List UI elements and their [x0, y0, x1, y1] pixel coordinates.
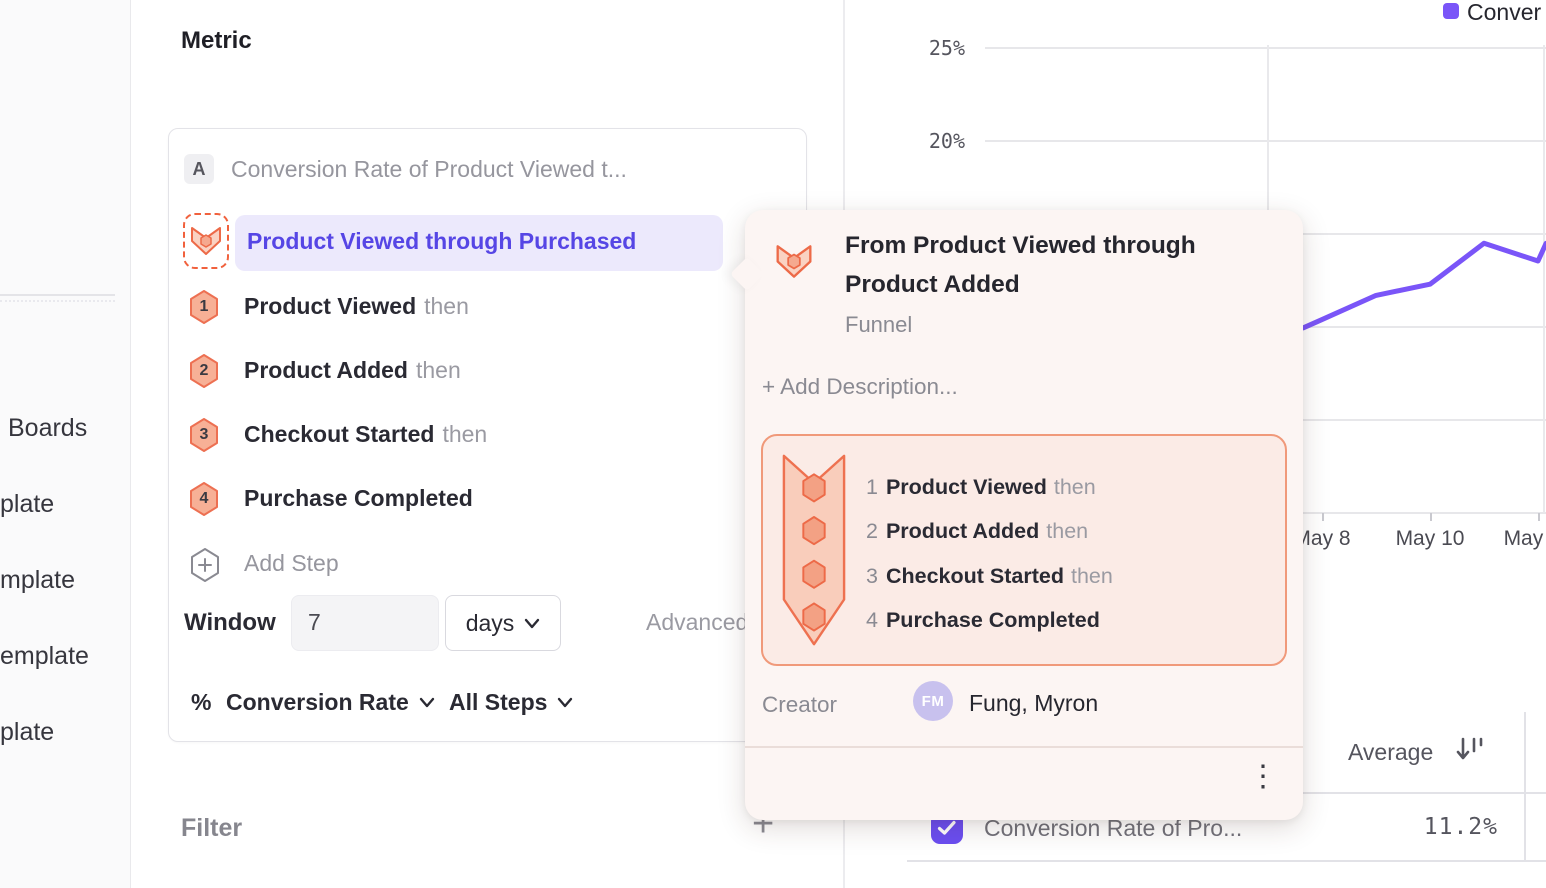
checkmark-icon	[937, 820, 957, 836]
window-label: Window	[184, 609, 276, 637]
step-4-number: 4	[189, 482, 219, 516]
filter-section-heading: Filter	[181, 814, 242, 843]
table-row-average-value: 11.2%	[1358, 814, 1498, 840]
left-sidebar: Boards plate mplate emplate plate	[0, 0, 131, 888]
step-3-label: Checkout Started then	[244, 421, 487, 448]
step-1-event: Product Viewed	[244, 293, 416, 319]
popover-step-4: 4Purchase Completed	[866, 608, 1107, 636]
metric-definition-card: A Conversion Rate of Product Viewed t...…	[168, 128, 807, 742]
y-tick-20: 20%	[895, 129, 965, 153]
measured-as-value: Conversion Rate	[226, 689, 409, 716]
popover-metric-type: Funnel	[845, 312, 912, 338]
window-unit-value: days	[466, 610, 515, 637]
x-tick-may12: May 12	[1498, 527, 1546, 551]
gridline-vertical-2	[1543, 45, 1545, 513]
y-tick-25: 25%	[895, 36, 965, 60]
popover-step-3: 3Checkout Startedthen	[866, 564, 1113, 592]
table-column-divider	[1524, 712, 1526, 861]
percent-icon: %	[191, 689, 211, 716]
step-1-suffix: then	[424, 293, 469, 319]
steps-scope-value: All Steps	[449, 689, 547, 716]
app-window: Boards plate mplate emplate plate Metric…	[0, 0, 1546, 888]
step-2-number: 2	[189, 354, 219, 388]
gridline-25pct	[985, 47, 1546, 49]
step-2-suffix: then	[416, 357, 461, 383]
funnel-banner-icon	[781, 449, 847, 651]
funnel-steps-summary-box: 1Product Viewedthen 2Product Addedthen 3…	[761, 434, 1287, 666]
popover-title: From Product Viewed through Product Adde…	[845, 226, 1287, 304]
step-2-event: Product Added	[244, 357, 408, 383]
sidebar-item-template-1[interactable]: plate	[0, 490, 54, 519]
popover-footer-divider	[745, 746, 1303, 748]
step-2-hexagon-icon: 2	[189, 354, 219, 388]
trend-line[interactable]	[1303, 243, 1546, 328]
metric-section-heading: Metric	[181, 27, 252, 55]
legend-color-swatch	[1443, 3, 1459, 19]
x-tick-may10: May 10	[1390, 527, 1470, 551]
step-4-label: Purchase Completed	[244, 485, 481, 512]
step-2-label: Product Added then	[244, 357, 461, 384]
chevron-down-icon	[419, 697, 435, 708]
sidebar-item-template-4[interactable]: plate	[0, 718, 54, 747]
step-3-suffix: then	[442, 421, 487, 447]
popover-step-2: 2Product Addedthen	[866, 519, 1088, 547]
step-4-hexagon-icon: 4	[189, 482, 219, 516]
selected-funnel-name[interactable]: Product Viewed through Purchased	[247, 228, 636, 255]
popover-step-1: 1Product Viewedthen	[866, 475, 1096, 503]
add-step-hexagon-icon	[189, 547, 219, 583]
creator-avatar: FM	[913, 681, 953, 721]
window-value-input[interactable]: 7	[291, 595, 439, 651]
sort-descending-icon[interactable]	[1455, 736, 1487, 764]
window-value: 7	[308, 609, 321, 636]
table-row-divider	[907, 860, 1546, 862]
funnel-metric-icon[interactable]	[183, 213, 229, 269]
step-3-hexagon-icon: 3	[189, 418, 219, 452]
series-a-badge: A	[184, 154, 214, 184]
gridline-20pct	[985, 140, 1546, 142]
step-3-number: 3	[189, 418, 219, 452]
step-1-label: Product Viewed then	[244, 293, 469, 320]
average-column-header[interactable]: Average	[1348, 739, 1433, 766]
sidebar-dotted-divider	[0, 300, 115, 302]
measurement-row: % Conversion Rate All Steps	[169, 685, 806, 725]
chevron-down-icon	[524, 618, 540, 629]
x-tickmark-may12	[1538, 513, 1540, 521]
add-description-button[interactable]: + Add Description...	[762, 374, 958, 400]
step-4-event: Purchase Completed	[244, 485, 473, 511]
window-unit-select[interactable]: days	[445, 595, 561, 651]
sidebar-divider	[0, 294, 115, 296]
creator-label: Creator	[762, 692, 837, 718]
step-1-number: 1	[189, 290, 219, 324]
series-title[interactable]: Conversion Rate of Product Viewed t...	[231, 156, 627, 183]
funnel-glyph-icon	[190, 226, 222, 256]
x-tickmark-may8	[1322, 513, 1324, 521]
step-3-event: Checkout Started	[244, 421, 434, 447]
chevron-down-icon	[557, 697, 573, 708]
steps-scope-dropdown[interactable]: All Steps	[449, 689, 573, 716]
step-1-hexagon-icon: 1	[189, 290, 219, 324]
sidebar-item-boards[interactable]: Boards	[8, 414, 87, 443]
creator-name: Fung, Myron	[969, 690, 1098, 717]
measured-as-dropdown[interactable]: Conversion Rate	[226, 689, 435, 716]
advanced-link[interactable]: Advanced	[646, 609, 748, 636]
legend-series-label[interactable]: Conver	[1467, 0, 1541, 26]
sidebar-item-template-2[interactable]: mplate	[0, 566, 75, 595]
more-options-kebab-icon[interactable]: ⋮	[1248, 760, 1278, 794]
sidebar-item-template-3[interactable]: emplate	[0, 642, 89, 671]
x-tickmark-may10	[1430, 513, 1432, 521]
add-step-label: Add Step	[244, 550, 339, 577]
funnel-details-popover: From Product Viewed through Product Adde…	[745, 210, 1303, 820]
funnel-glyph-icon	[775, 244, 813, 279]
